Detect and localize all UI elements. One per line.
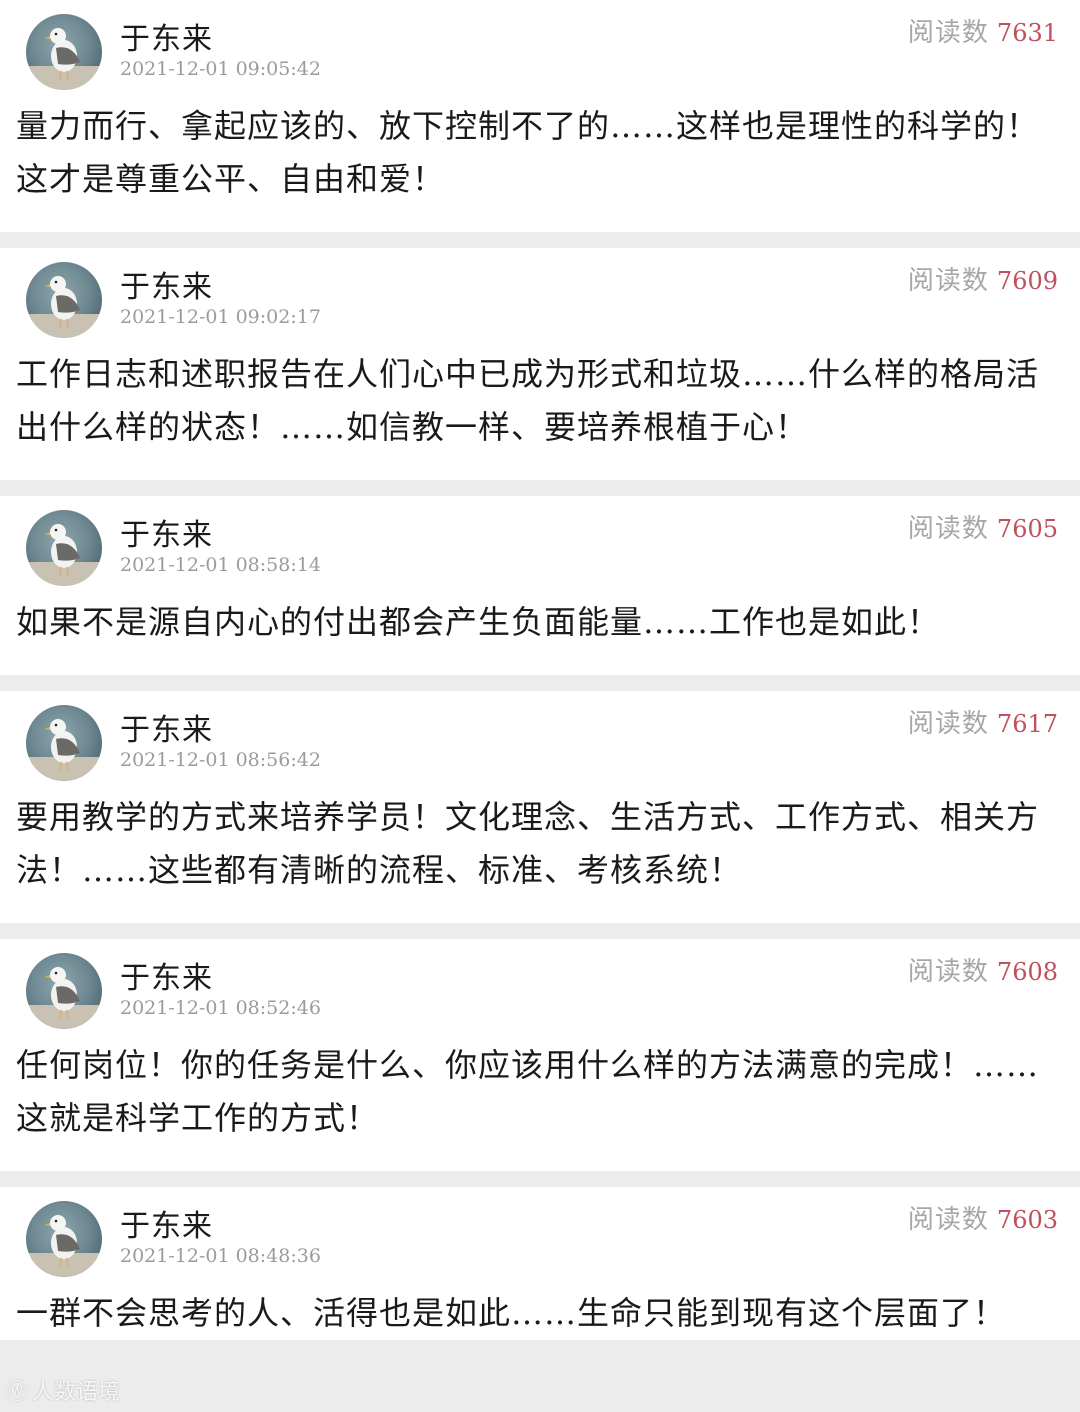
post-time: 2021-12-01 08:56:42 xyxy=(120,749,321,771)
post-text-line: 这才是尊重公平、自由和爱！ xyxy=(16,160,446,198)
avatar[interactable] xyxy=(26,262,102,338)
post-header: 于东来 2021-12-01 09:05:42 阅读数 7631 xyxy=(16,0,1068,100)
avatar[interactable] xyxy=(26,510,102,586)
post-header: 于东来 2021-12-01 08:52:46 阅读数 7608 xyxy=(16,939,1068,1039)
post-card[interactable]: 于东来 2021-12-01 08:58:14 阅读数 7605 如果不是源自内心… xyxy=(0,496,1080,675)
divider xyxy=(0,923,1080,939)
post-content: 任何岗位！你的任务是什么、你应该用什么样的方法满意的完成！…… 这就是科学工作的… xyxy=(16,1039,1068,1171)
post-text-line: 这就是科学工作的方式！ xyxy=(16,1099,380,1137)
post-card[interactable]: 于东来 2021-12-01 08:52:46 阅读数 7608 任何岗位！你的任… xyxy=(0,939,1080,1171)
seagull-avatar-icon xyxy=(26,967,102,1029)
weibo-logo-icon: ⓦ xyxy=(6,1380,29,1405)
read-count: 阅读数 7617 xyxy=(908,703,1058,740)
post-time: 2021-12-01 08:48:36 xyxy=(120,1245,321,1267)
author-name[interactable]: 于东来 xyxy=(120,510,213,554)
post-text-line: 出什么样的状态！……如信教一样、要培养根植于心！ xyxy=(16,408,809,446)
post-content: 一群不会思考的人、活得也是如此……生命只能到现有这个层面了！ xyxy=(16,1287,1068,1340)
divider xyxy=(0,232,1080,248)
post-card[interactable]: 于东来 2021-12-01 08:56:42 阅读数 7617 要用教学的方式来… xyxy=(0,691,1080,923)
post-card[interactable]: 于东来 2021-12-01 09:05:42 阅读数 7631 量力而行、拿起应… xyxy=(0,0,1080,232)
read-count: 阅读数 7631 xyxy=(908,12,1058,49)
read-count-label: 阅读数 xyxy=(907,1205,989,1235)
read-count: 阅读数 7605 xyxy=(908,508,1058,545)
post-time: 2021-12-01 08:52:46 xyxy=(120,997,321,1019)
post-text-line: 要用教学的方式来培养学员！文化理念、生活方式、工作方式、相关方 xyxy=(16,798,1040,836)
read-count-value: 7631 xyxy=(996,19,1058,47)
post-header: 于东来 2021-12-01 08:58:14 阅读数 7605 xyxy=(16,496,1068,596)
avatar[interactable] xyxy=(26,1201,102,1277)
avatar[interactable] xyxy=(26,14,102,90)
post-time: 2021-12-01 08:58:14 xyxy=(120,554,321,576)
author-name[interactable]: 于东来 xyxy=(120,14,213,58)
post-time: 2021-12-01 09:02:17 xyxy=(120,306,321,328)
post-text-line: 任何岗位！你的任务是什么、你应该用什么样的方法满意的完成！…… xyxy=(16,1046,1040,1084)
read-count-label: 阅读数 xyxy=(907,18,989,48)
post-content: 量力而行、拿起应该的、放下控制不了的……这样也是理性的科学的！ 这才是尊重公平、… xyxy=(16,100,1068,232)
watermark: ⓦ 人数语境 xyxy=(6,1374,120,1406)
author-name[interactable]: 于东来 xyxy=(120,262,213,306)
divider xyxy=(0,480,1080,496)
seagull-avatar-icon xyxy=(26,1215,102,1277)
post-text-line: 一群不会思考的人、活得也是如此……生命只能到现有这个层面了！ xyxy=(16,1294,1007,1332)
read-count-value: 7603 xyxy=(996,1206,1058,1234)
divider xyxy=(0,1171,1080,1187)
seagull-avatar-icon xyxy=(26,524,102,586)
post-feed: 于东来 2021-12-01 09:05:42 阅读数 7631 量力而行、拿起应… xyxy=(0,0,1080,1340)
seagull-avatar-icon xyxy=(26,719,102,781)
seagull-avatar-icon xyxy=(26,28,102,90)
author-name[interactable]: 于东来 xyxy=(120,953,213,997)
author-name[interactable]: 于东来 xyxy=(120,705,213,749)
read-count-value: 7608 xyxy=(996,958,1058,986)
read-count-value: 7605 xyxy=(996,515,1058,543)
read-count-label: 阅读数 xyxy=(907,709,989,739)
read-count-value: 7609 xyxy=(996,267,1058,295)
post-content: 要用教学的方式来培养学员！文化理念、生活方式、工作方式、相关方 法！……这些都有… xyxy=(16,791,1068,923)
author-name[interactable]: 于东来 xyxy=(120,1201,213,1245)
post-card[interactable]: 于东来 2021-12-01 09:02:17 阅读数 7609 工作日志和述职报… xyxy=(0,248,1080,480)
post-time: 2021-12-01 09:05:42 xyxy=(120,58,321,80)
read-count-value: 7617 xyxy=(996,710,1058,738)
avatar[interactable] xyxy=(26,953,102,1029)
post-text-line: 如果不是源自内心的付出都会产生负面能量……工作也是如此！ xyxy=(16,603,941,641)
avatar[interactable] xyxy=(26,705,102,781)
post-text-line: 法！……这些都有清晰的流程、标准、考核系统！ xyxy=(16,851,743,889)
seagull-avatar-icon xyxy=(26,276,102,338)
read-count-label: 阅读数 xyxy=(907,957,989,987)
post-header: 于东来 2021-12-01 09:02:17 阅读数 7609 xyxy=(16,248,1068,348)
post-text-line: 工作日志和述职报告在人们心中已成为形式和垃圾……什么样的格局活 xyxy=(16,355,1040,393)
read-count: 阅读数 7609 xyxy=(908,260,1058,297)
post-header: 于东来 2021-12-01 08:56:42 阅读数 7617 xyxy=(16,691,1068,791)
read-count: 阅读数 7603 xyxy=(908,1199,1058,1236)
post-content: 如果不是源自内心的付出都会产生负面能量……工作也是如此！ xyxy=(16,596,1068,675)
read-count-label: 阅读数 xyxy=(907,266,989,296)
divider xyxy=(0,675,1080,691)
read-count: 阅读数 7608 xyxy=(908,951,1058,988)
post-text-line: 量力而行、拿起应该的、放下控制不了的……这样也是理性的科学的！ xyxy=(16,107,1040,145)
read-count-label: 阅读数 xyxy=(907,514,989,544)
post-header: 于东来 2021-12-01 08:48:36 阅读数 7603 xyxy=(16,1187,1068,1287)
watermark-text: 人数语境 xyxy=(32,1380,121,1405)
post-card[interactable]: 于东来 2021-12-01 08:48:36 阅读数 7603 一群不会思考的人… xyxy=(0,1187,1080,1340)
post-content: 工作日志和述职报告在人们心中已成为形式和垃圾……什么样的格局活 出什么样的状态！… xyxy=(16,348,1068,480)
